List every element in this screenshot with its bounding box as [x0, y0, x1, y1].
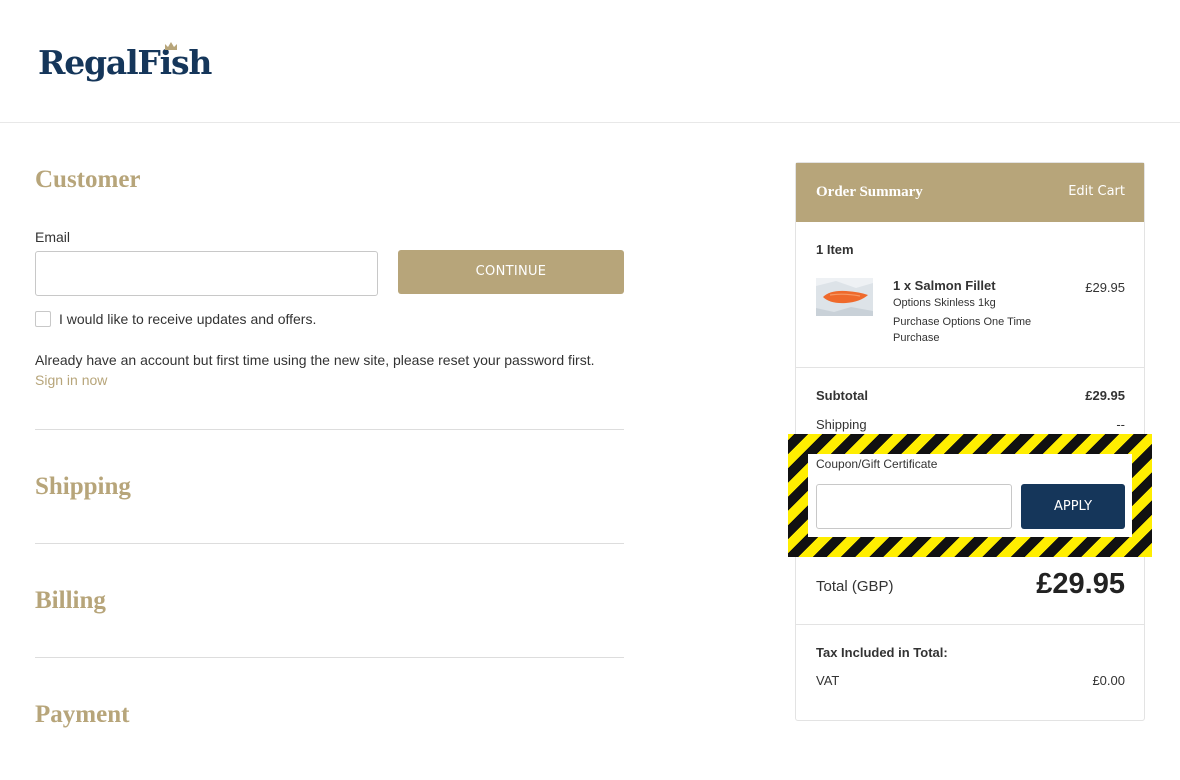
edit-cart-link[interactable]: Edit Cart — [1068, 184, 1125, 199]
shipping-heading: Shipping — [35, 473, 131, 500]
order-summary-title: Order Summary — [816, 184, 923, 200]
billing-heading: Billing — [35, 587, 106, 614]
customer-heading: Customer — [35, 166, 141, 193]
continue-button[interactable]: CONTINUE — [398, 250, 624, 294]
item-price: £29.95 — [1085, 280, 1125, 295]
salmon-fillet-icon — [816, 278, 873, 316]
total-value: £29.95 — [1036, 568, 1125, 600]
shipping-value: -- — [1116, 417, 1125, 432]
apply-button[interactable]: APPLY — [1021, 484, 1125, 529]
tax-heading: Tax Included in Total: — [816, 645, 948, 660]
section-divider — [35, 543, 624, 544]
email-label: Email — [35, 229, 71, 245]
order-summary-header: Order Summary Edit Cart — [796, 163, 1144, 222]
item-option-size: Options Skinless 1kg — [893, 297, 996, 309]
subtotal-label: Subtotal — [816, 388, 868, 403]
section-divider — [35, 429, 624, 430]
payment-heading: Payment — [35, 701, 130, 728]
crown-icon — [165, 42, 177, 50]
total-label: Total (GBP) — [816, 578, 894, 595]
site-header: RegalFish — [0, 0, 1180, 123]
account-info-text: Already have an account but first time u… — [35, 350, 620, 390]
sign-in-link[interactable]: Sign in now — [35, 372, 107, 388]
vat-label: VAT — [816, 673, 840, 688]
account-info-message: Already have an account but first time u… — [35, 352, 595, 368]
regalfish-logo[interactable]: RegalFish — [38, 40, 212, 86]
item-option-purchase: Purchase Options One Time Purchase — [893, 316, 1032, 344]
salmon-fillet-image — [816, 278, 873, 316]
coupon-input[interactable] — [816, 484, 1012, 529]
updates-checkbox[interactable] — [35, 311, 51, 327]
summary-divider — [796, 624, 1144, 625]
email-input[interactable] — [35, 251, 378, 296]
logo-text: RegalFish — [38, 43, 212, 82]
item-name: 1 x Salmon Fillet — [893, 278, 996, 293]
coupon-label: Coupon/Gift Certificate — [816, 457, 938, 471]
vat-value: £0.00 — [1092, 673, 1125, 688]
section-divider — [35, 657, 624, 658]
updates-label: I would like to receive updates and offe… — [59, 311, 317, 327]
item-count: 1 Item — [816, 242, 854, 257]
summary-divider — [796, 367, 1144, 368]
shipping-label: Shipping — [816, 417, 867, 432]
subtotal-value: £29.95 — [1085, 388, 1125, 403]
